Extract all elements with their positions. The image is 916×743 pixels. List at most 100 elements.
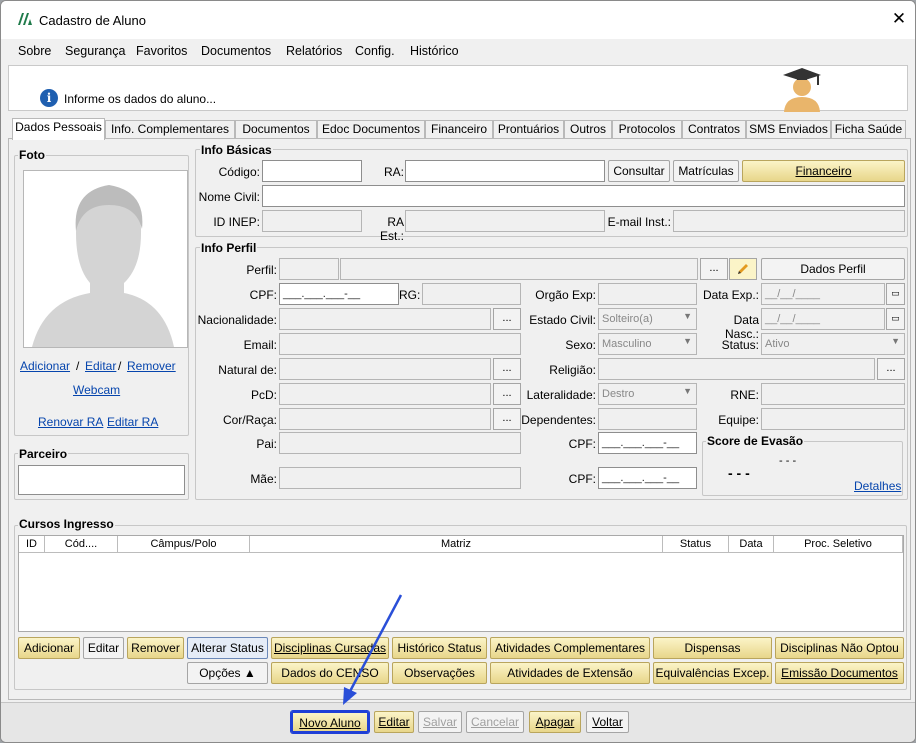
orgao-exp-input[interactable] bbox=[598, 283, 697, 305]
mae-input[interactable] bbox=[279, 467, 521, 489]
data-exp-input[interactable]: __/__/____ bbox=[761, 283, 885, 305]
footer-apagar-button[interactable]: Apagar bbox=[529, 711, 581, 733]
dados-perfil-button[interactable]: Dados Perfil bbox=[761, 258, 905, 280]
rne-input[interactable] bbox=[761, 383, 905, 405]
religiao-input[interactable] bbox=[598, 358, 875, 380]
ra-est-input[interactable] bbox=[405, 210, 605, 232]
parceiro-field[interactable] bbox=[18, 465, 185, 495]
equivalencias-excep-button[interactable]: Equivalências Excep. bbox=[653, 662, 772, 684]
nacionalidade-lookup-button[interactable]: ... bbox=[493, 308, 521, 330]
tab-contratos[interactable]: Contratos bbox=[682, 120, 746, 139]
cor-raca-input[interactable] bbox=[279, 408, 491, 430]
opcoes-button[interactable]: Opções ▲ bbox=[187, 662, 268, 684]
email-input[interactable] bbox=[279, 333, 521, 355]
col-cod[interactable]: Cód.... bbox=[45, 536, 118, 553]
natural-de-input[interactable] bbox=[279, 358, 491, 380]
rg-input[interactable] bbox=[422, 283, 521, 305]
pai-label: Pai: bbox=[256, 437, 277, 451]
menu-historico[interactable]: Histórico bbox=[410, 44, 459, 58]
novo-aluno-button[interactable]: Novo Aluno bbox=[291, 711, 369, 733]
religiao-lookup-button[interactable]: ... bbox=[877, 358, 905, 380]
menu-relatorios[interactable]: Relatórios bbox=[286, 44, 342, 58]
status-select[interactable]: Ativo ▼ bbox=[761, 333, 905, 355]
col-id[interactable]: ID bbox=[19, 536, 45, 553]
tab-prontuarios[interactable]: Prontuários bbox=[493, 120, 564, 139]
cor-raca-label: Cor/Raça: bbox=[222, 413, 277, 427]
editar-ra-link[interactable]: Editar RA bbox=[107, 415, 158, 429]
detalhes-link[interactable]: Detalhes bbox=[854, 479, 901, 493]
col-proc-seletivo[interactable]: Proc. Seletivo bbox=[774, 536, 903, 553]
lateralidade-value: Destro bbox=[602, 388, 635, 400]
tab-sms-enviados[interactable]: SMS Enviados bbox=[746, 120, 831, 139]
cpf-mae-input[interactable]: ___.___.___-__ bbox=[598, 467, 697, 489]
cpf-input[interactable]: ___.___.___-__ bbox=[279, 283, 399, 305]
calendar-icon[interactable]: ▭ bbox=[886, 283, 905, 305]
perfil-code-input[interactable] bbox=[279, 258, 339, 280]
tab-edoc-documentos[interactable]: Edoc Documentos bbox=[317, 120, 425, 139]
perfil-lookup-button[interactable]: ... bbox=[700, 258, 728, 280]
col-campus-polo[interactable]: Câmpus/Polo bbox=[118, 536, 250, 553]
tab-financeiro[interactable]: Financeiro bbox=[425, 120, 493, 139]
foto-adicionar-link[interactable]: Adicionar bbox=[20, 359, 70, 373]
menu-seguranca[interactable]: Segurança bbox=[65, 44, 125, 58]
cpf-pai-input[interactable]: ___.___.___-__ bbox=[598, 432, 697, 454]
data-nasc-input[interactable]: __/__/____ bbox=[761, 308, 885, 330]
atividades-complementares-button[interactable]: Atividades Complementares bbox=[490, 637, 650, 659]
renovar-ra-link[interactable]: Renovar RA bbox=[38, 415, 103, 429]
menu-sobre[interactable]: Sobre bbox=[18, 44, 51, 58]
disciplinas-nao-optou-button[interactable]: Disciplinas Não Optou bbox=[775, 637, 904, 659]
codigo-input[interactable] bbox=[262, 160, 362, 182]
tab-ficha-saude[interactable]: Ficha Saúde bbox=[831, 120, 906, 139]
footer-cancelar-button[interactable]: Cancelar bbox=[466, 711, 524, 733]
alterar-status-button[interactable]: Alterar Status bbox=[187, 637, 268, 659]
tab-outros[interactable]: Outros bbox=[564, 120, 612, 139]
menu-config[interactable]: Config. bbox=[355, 44, 395, 58]
lateralidade-select[interactable]: Destro ▼ bbox=[598, 383, 697, 405]
ra-input[interactable] bbox=[405, 160, 605, 182]
col-data[interactable]: Data bbox=[729, 536, 774, 553]
menu-favoritos[interactable]: Favoritos bbox=[136, 44, 187, 58]
dispensas-button[interactable]: Dispensas bbox=[653, 637, 772, 659]
equipe-input[interactable] bbox=[761, 408, 905, 430]
atividades-extensao-button[interactable]: Atividades de Extensão bbox=[490, 662, 650, 684]
emissao-documentos-button[interactable]: Emissão Documentos bbox=[775, 662, 904, 684]
pcd-lookup-button[interactable]: ... bbox=[493, 383, 521, 405]
cor-raca-lookup-button[interactable]: ... bbox=[493, 408, 521, 430]
sexo-select[interactable]: Masculino ▼ bbox=[598, 333, 697, 355]
pai-input[interactable] bbox=[279, 432, 521, 454]
email-inst-input[interactable] bbox=[673, 210, 905, 232]
close-icon[interactable]: ✕ bbox=[889, 9, 909, 29]
cpf-pai-label: CPF: bbox=[568, 437, 596, 451]
tab-dados-pessoais[interactable]: Dados Pessoais bbox=[12, 118, 105, 140]
webcam-link[interactable]: Webcam bbox=[73, 383, 120, 397]
financeiro-button[interactable]: Financeiro bbox=[742, 160, 905, 182]
id-inep-input[interactable] bbox=[262, 210, 362, 232]
pencil-icon[interactable] bbox=[729, 258, 757, 280]
footer-salvar-button[interactable]: Salvar bbox=[418, 711, 462, 733]
natural-de-lookup-button[interactable]: ... bbox=[493, 358, 521, 380]
pcd-input[interactable] bbox=[279, 383, 491, 405]
nacionalidade-input[interactable] bbox=[279, 308, 491, 330]
cursos-adicionar-button[interactable]: Adicionar bbox=[18, 637, 80, 659]
footer-voltar-button[interactable]: Voltar bbox=[586, 711, 629, 733]
tab-info-complementares[interactable]: Info. Complementares bbox=[105, 120, 235, 139]
nome-civil-input[interactable] bbox=[262, 185, 905, 207]
tab-documentos[interactable]: Documentos bbox=[235, 120, 317, 139]
calendar-icon[interactable]: ▭ bbox=[886, 308, 905, 330]
consultar-button[interactable]: Consultar bbox=[608, 160, 670, 182]
estado-civil-select[interactable]: Solteiro(a) ▼ bbox=[598, 308, 697, 330]
perfil-desc-input[interactable] bbox=[340, 258, 698, 280]
col-status[interactable]: Status bbox=[663, 536, 729, 553]
col-matriz[interactable]: Matriz bbox=[250, 536, 663, 553]
cursos-editar-button[interactable]: Editar bbox=[83, 637, 124, 659]
tab-protocolos[interactable]: Protocolos bbox=[612, 120, 682, 139]
foto-remover-link[interactable]: Remover bbox=[127, 359, 176, 373]
foto-editar-link[interactable]: Editar bbox=[85, 359, 116, 373]
dependentes-input[interactable] bbox=[598, 408, 697, 430]
footer-editar-button[interactable]: Editar bbox=[374, 711, 414, 733]
matriculas-button[interactable]: Matrículas bbox=[673, 160, 739, 182]
cursos-remover-button[interactable]: Remover bbox=[127, 637, 184, 659]
cursos-table[interactable]: ID Cód.... Câmpus/Polo Matriz Status Dat… bbox=[18, 535, 904, 632]
chevron-down-icon: ▼ bbox=[683, 336, 692, 346]
menu-documentos[interactable]: Documentos bbox=[201, 44, 271, 58]
